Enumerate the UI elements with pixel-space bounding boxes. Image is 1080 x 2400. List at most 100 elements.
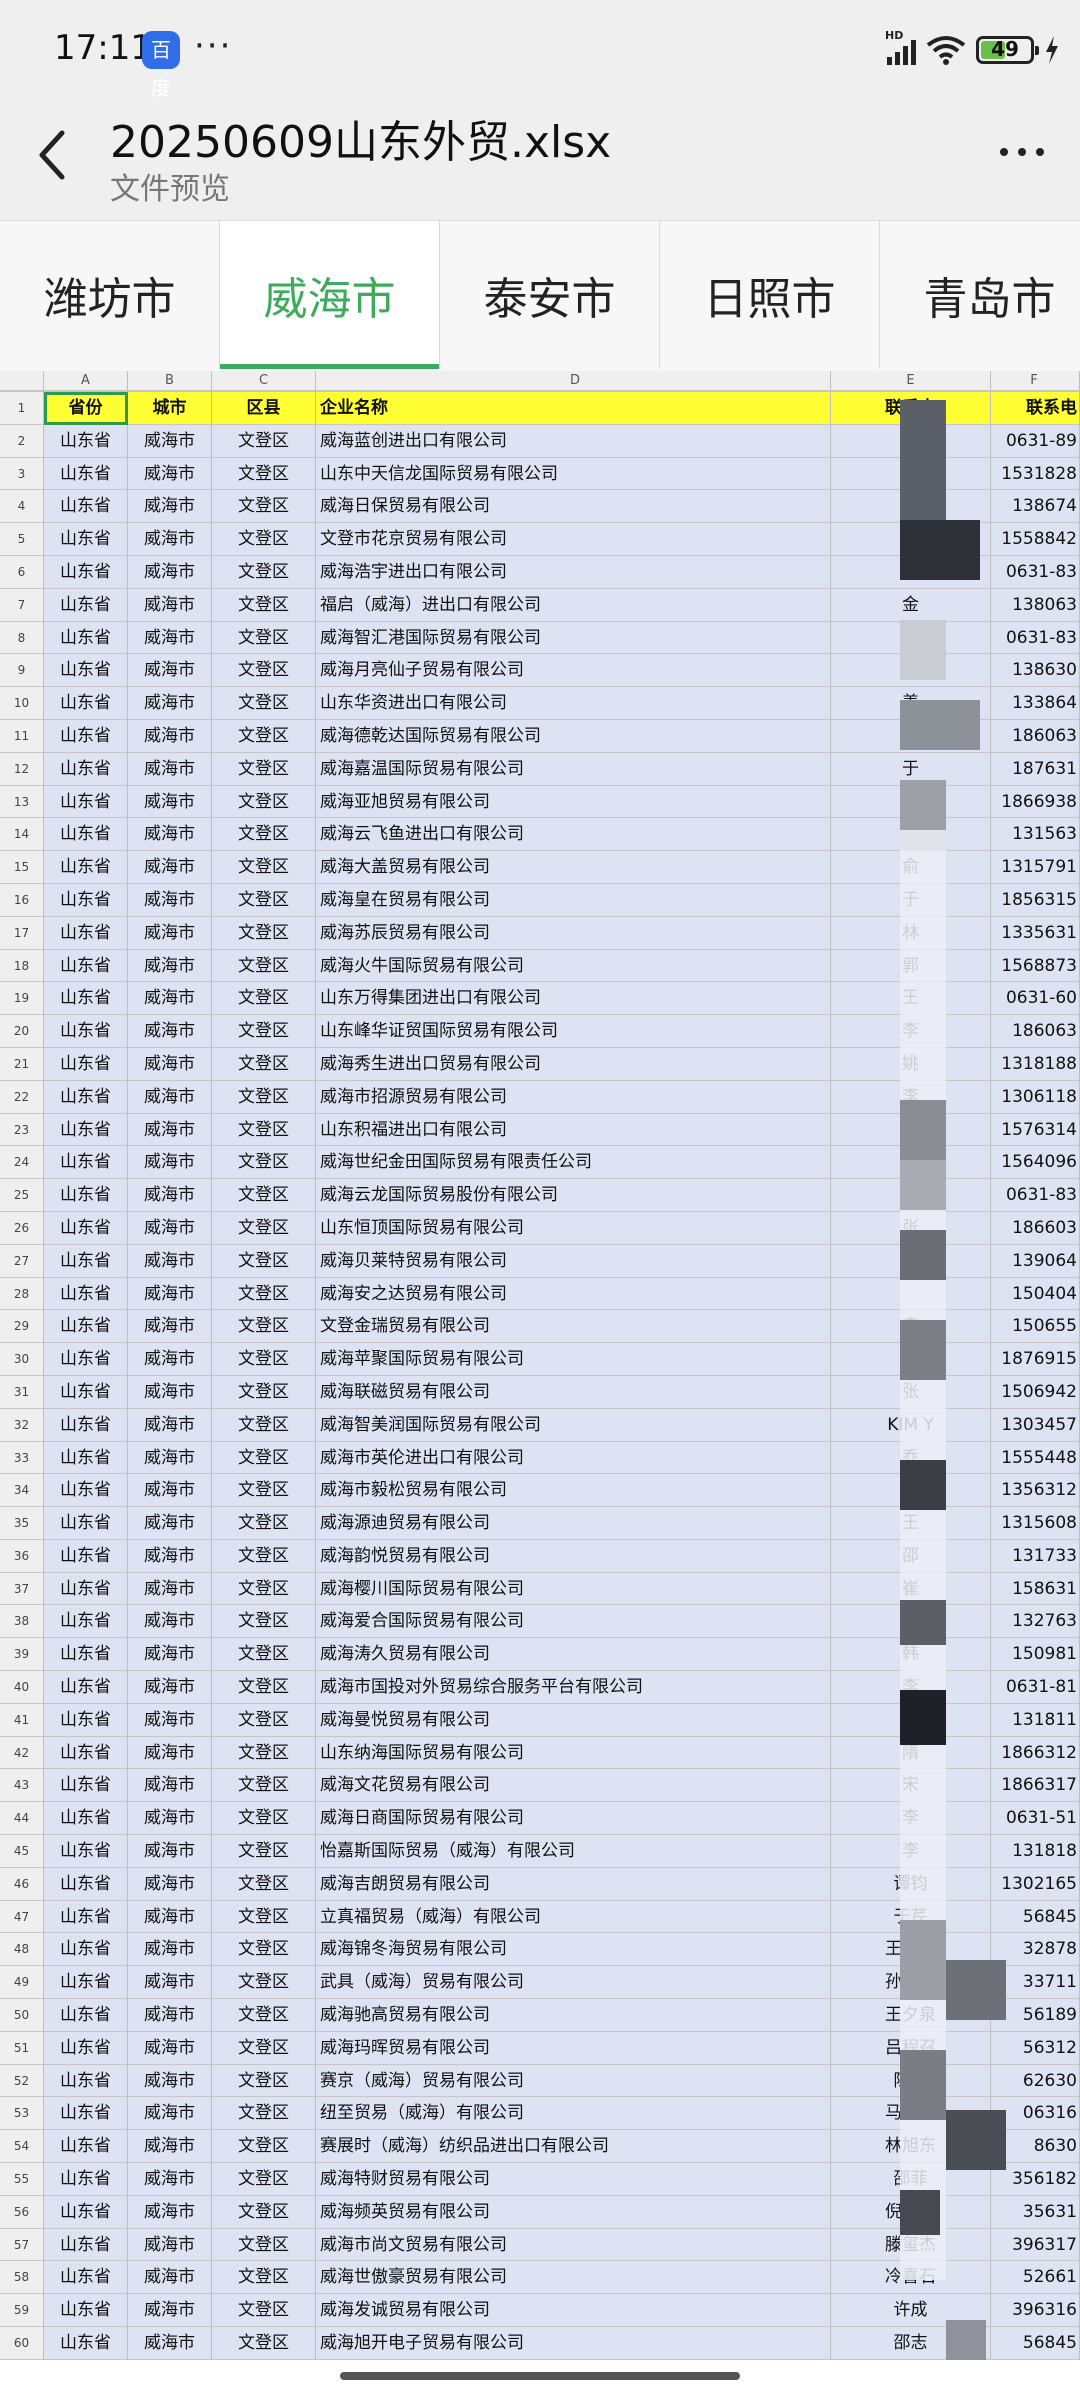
row-number[interactable]: 5 xyxy=(0,523,44,556)
cell[interactable]: 威海发诚贸易有限公司 xyxy=(316,2294,831,2328)
cell[interactable]: 于 xyxy=(831,883,991,917)
row-number[interactable]: 8 xyxy=(0,621,44,655)
cell[interactable]: 文登区 xyxy=(212,1113,316,1147)
cell[interactable]: 文登区 xyxy=(212,555,316,589)
cell[interactable] xyxy=(831,1146,991,1180)
cell[interactable]: 山东省 xyxy=(44,949,128,983)
cell[interactable]: 山东省 xyxy=(44,1671,128,1704)
cell[interactable]: 186063 xyxy=(991,719,1080,753)
cell[interactable]: 威海市 xyxy=(128,1966,212,2000)
cell[interactable]: 威海市 xyxy=(128,588,212,622)
cell[interactable]: 威海文花贸易有限公司 xyxy=(316,1769,831,1803)
row-number[interactable]: 21 xyxy=(0,1047,44,1081)
row-number[interactable]: 26 xyxy=(0,1211,44,1245)
cell[interactable]: 山东省 xyxy=(44,1572,128,1606)
cell[interactable]: 李 xyxy=(831,1310,991,1344)
cell[interactable]: 威海云飞鱼进出口有限公司 xyxy=(316,818,831,852)
cell[interactable]: 宋 xyxy=(831,1769,991,1803)
row-number[interactable]: 4 xyxy=(0,490,44,524)
row-number[interactable]: 2 xyxy=(0,424,44,458)
cell[interactable]: 1876915 xyxy=(991,1343,1080,1376)
cell[interactable]: 文登区 xyxy=(212,916,316,950)
cell[interactable]: 威海爱合国际贸易有限公司 xyxy=(316,1605,831,1639)
cell[interactable]: 1568873 xyxy=(991,949,1080,983)
cell[interactable]: 姚 xyxy=(831,1047,991,1081)
cell[interactable]: 蒋 xyxy=(831,1113,991,1147)
row-number[interactable]: 43 xyxy=(0,1769,44,1803)
cell[interactable]: 139064 xyxy=(991,1244,1080,1278)
cell[interactable]: 谭钧 xyxy=(831,1867,991,1901)
cell[interactable]: 文登区 xyxy=(212,1835,316,1868)
cell[interactable]: 山东省 xyxy=(44,883,128,917)
cell[interactable]: 山东省 xyxy=(44,1867,128,1901)
cell[interactable]: 李 xyxy=(831,1179,991,1212)
cell[interactable]: 文登区 xyxy=(212,851,316,884)
cell[interactable]: 杨 xyxy=(831,719,991,753)
cell[interactable]: 山东省 xyxy=(44,621,128,655)
row-number[interactable]: 9 xyxy=(0,654,44,688)
cell[interactable]: 威海市 xyxy=(128,1080,212,1114)
cell[interactable]: 1564096 xyxy=(991,1146,1080,1180)
cell[interactable] xyxy=(831,818,991,852)
cell[interactable]: 131733 xyxy=(991,1539,1080,1573)
cell[interactable]: 山东省 xyxy=(44,1605,128,1639)
cell[interactable]: 1303457 xyxy=(991,1408,1080,1442)
cell[interactable]: 文登区 xyxy=(212,1047,316,1081)
cell[interactable]: 李 xyxy=(831,1802,991,1836)
cell[interactable]: 山东省 xyxy=(44,1343,128,1376)
cell[interactable]: 威海市 xyxy=(128,523,212,556)
cell[interactable]: 山东省 xyxy=(44,1375,128,1409)
cell[interactable]: 山东省 xyxy=(44,1835,128,1868)
cell[interactable]: 山东省 xyxy=(44,2327,128,2360)
row-number[interactable]: 19 xyxy=(0,982,44,1016)
tab-sheet[interactable]: 潍坊市 xyxy=(0,221,220,369)
row-number[interactable]: 10 xyxy=(0,687,44,720)
cell[interactable]: 文登区 xyxy=(212,1474,316,1508)
cell[interactable]: 山东省 xyxy=(44,1638,128,1672)
row-number[interactable]: 11 xyxy=(0,719,44,753)
cell[interactable]: 1558842 xyxy=(991,523,1080,556)
cell[interactable]: 威海市 xyxy=(128,1900,212,1934)
cell[interactable]: 侯 xyxy=(831,424,991,458)
cell[interactable]: 王 xyxy=(831,1474,991,1508)
cell[interactable]: 威海市 xyxy=(128,1244,212,1278)
cell[interactable]: 倪真真 xyxy=(831,2195,991,2229)
cell[interactable]: 150655 xyxy=(991,1310,1080,1344)
cell[interactable]: 威海市 xyxy=(128,2031,212,2065)
cell[interactable]: 威海市 xyxy=(128,2163,212,2196)
column-letter[interactable]: E xyxy=(831,371,991,391)
cell[interactable]: 396316 xyxy=(991,2294,1080,2328)
cell[interactable]: 威海涛久贸易有限公司 xyxy=(316,1638,831,1672)
cell[interactable]: 1318188 xyxy=(991,1047,1080,1081)
cell[interactable]: 文登区 xyxy=(212,1343,316,1376)
cell[interactable]: 文登区 xyxy=(212,1867,316,1901)
cell[interactable]: 威海联磁贸易有限公司 xyxy=(316,1375,831,1409)
row-number[interactable]: 29 xyxy=(0,1310,44,1344)
cell[interactable]: 周 xyxy=(831,1703,991,1737)
cell[interactable]: 山东中天信龙国际贸易有限公司 xyxy=(316,457,831,491)
row-number[interactable]: 3 xyxy=(0,457,44,491)
row-number[interactable]: 50 xyxy=(0,1999,44,2032)
cell[interactable]: 文登区 xyxy=(212,621,316,655)
row-number[interactable]: 56 xyxy=(0,2195,44,2229)
cell[interactable]: 396317 xyxy=(991,2228,1080,2262)
cell[interactable]: 威海云龙国际贸易股份有限公司 xyxy=(316,1179,831,1212)
cell[interactable]: 山东省 xyxy=(44,2130,128,2164)
cell[interactable]: 山东省 xyxy=(44,1015,128,1048)
cell[interactable]: 威海市 xyxy=(128,1015,212,1048)
cell[interactable]: 武具（威海）贸易有限公司 xyxy=(316,1966,831,2000)
cell[interactable]: 威海曼悦贸易有限公司 xyxy=(316,1703,831,1737)
cell[interactable]: 0631-81 xyxy=(991,1671,1080,1704)
cell[interactable]: 文登区 xyxy=(212,1146,316,1180)
cell[interactable]: 威海市 xyxy=(128,1671,212,1704)
cell[interactable]: 威海驰高贸易有限公司 xyxy=(316,1999,831,2032)
cell[interactable]: 威海市 xyxy=(128,1703,212,1737)
cell[interactable]: 山东省 xyxy=(44,1802,128,1836)
cell[interactable]: 威海樱川国际贸易有限公司 xyxy=(316,1572,831,1606)
row-number[interactable]: 17 xyxy=(0,916,44,950)
cell[interactable]: 威海市 xyxy=(128,2261,212,2295)
cell[interactable]: 0631-83 xyxy=(991,1179,1080,1212)
cell[interactable]: 威海市 xyxy=(128,555,212,589)
cell[interactable]: 威海市 xyxy=(128,1179,212,1212)
cell[interactable]: 威海市 xyxy=(128,1835,212,1868)
